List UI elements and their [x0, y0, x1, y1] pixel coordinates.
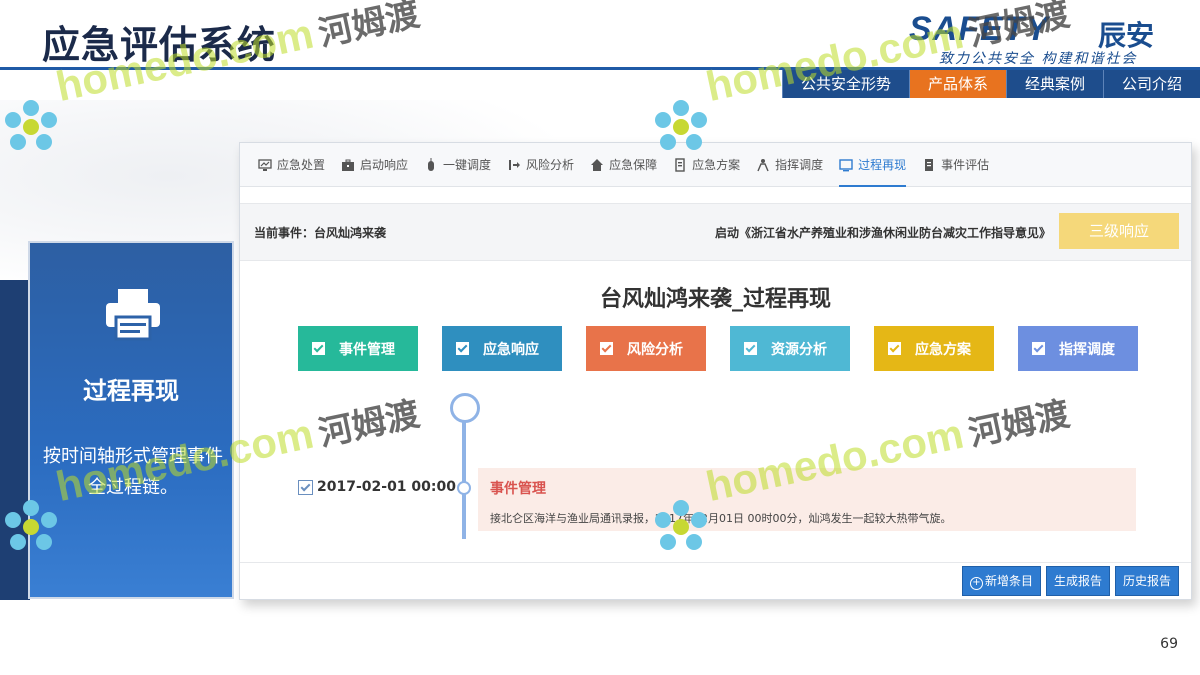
module-label: 指挥调度: [1059, 341, 1115, 358]
module-event-management[interactable]: 事件管理: [298, 326, 418, 371]
tab-label: 事件评估: [941, 158, 990, 172]
module-label: 资源分析: [771, 341, 827, 358]
response-level-button[interactable]: 三级响应: [1059, 213, 1179, 249]
tab-one-click-dispatch[interactable]: 一键调度: [424, 143, 491, 187]
module-emergency-response[interactable]: 应急响应: [442, 326, 562, 371]
top-nav: 公共安全形势 产品体系 经典案例 公司介绍: [781, 70, 1200, 98]
module-command-dispatch[interactable]: 指挥调度: [1018, 326, 1138, 371]
tab-label: 风险分析: [526, 158, 575, 172]
module-resource-analysis[interactable]: 资源分析: [730, 326, 850, 371]
tab-risk-analysis[interactable]: 风险分析: [507, 143, 574, 187]
tab-label: 指挥调度: [775, 158, 824, 172]
timeline-start-node: [450, 393, 480, 423]
tab-command-dispatch[interactable]: 指挥调度: [756, 143, 823, 187]
app-footer: + 新增条目 生成报告 历史报告: [240, 562, 1191, 599]
screen-icon: [839, 158, 853, 171]
checkbox-icon: [744, 342, 757, 355]
event-card-text: 接北仑区海洋与渔业局通讯录报，2017年02月01日 00时00分，灿鸿发生一起…: [490, 512, 952, 525]
feature-title: 过程再现: [83, 377, 179, 405]
printer-icon: [106, 289, 160, 341]
nav-item-products[interactable]: 产品体系: [908, 70, 1006, 98]
current-event-bar: 当前事件：台风灿鸿来袭 启动《浙江省水产养殖业和涉渔休闲业防台减灾工作指导意见》…: [240, 203, 1191, 261]
generate-report-button[interactable]: 生成报告: [1045, 566, 1110, 596]
logo-slogan: 致力公共安全 构建和谐社会: [939, 51, 1138, 67]
timeline-event-card[interactable]: 事件管理 接北仑区海洋与渔业局通讯录报，2017年02月01日 00时00分，灿…: [478, 468, 1136, 531]
monitor-icon: [258, 158, 272, 171]
card-shadow-panel: [0, 280, 30, 600]
checkbox-icon: [888, 342, 901, 355]
nav-item-company[interactable]: 公司介绍: [1102, 70, 1200, 98]
watermark-cn: 河姆渡: [314, 0, 424, 55]
nav-item-public-safety[interactable]: 公共安全形势: [781, 70, 909, 98]
tab-label: 启动响应: [360, 158, 409, 172]
feature-description: 按时间轴形式管理事件全过程链。: [43, 446, 223, 498]
launched-document: 启动《浙江省水产养殖业和涉渔休闲业防台减灾工作指导意见》: [714, 226, 1051, 240]
tab-process-replay[interactable]: 过程再现: [839, 143, 907, 187]
timeline-node[interactable]: [457, 481, 471, 495]
add-entry-label: 新增条目: [984, 574, 1033, 588]
tab-event-evaluation[interactable]: 事件评估: [922, 143, 989, 187]
module-label: 应急响应: [483, 341, 539, 358]
checkbox-icon: [456, 342, 469, 355]
app-tab-bar: 应急处置 启动响应 一键调度 风险分析 应急保障 应急方案 指挥调度 过程再现: [240, 143, 1191, 187]
module-emergency-plan[interactable]: 应急方案: [874, 326, 994, 371]
tab-label: 应急保障: [609, 158, 658, 172]
tab-emergency-plan[interactable]: 应急方案: [673, 143, 740, 187]
tab-emergency-support[interactable]: 应急保障: [590, 143, 657, 187]
page-number: 69: [1160, 636, 1178, 652]
signal-icon: [509, 159, 521, 170]
checkbox-icon: [1032, 342, 1045, 355]
timeline-entry-checkbox[interactable]: [298, 480, 313, 495]
timeline-date: 2017-02-01 00:00: [317, 479, 456, 495]
current-event-label: 当前事件：台风灿鸿来袭: [254, 226, 387, 240]
checkbox-icon: [600, 342, 613, 355]
module-risk-analysis[interactable]: 风险分析: [586, 326, 706, 371]
feature-card: 过程再现 按时间轴形式管理事件全过程链。: [28, 241, 234, 599]
module-label: 应急方案: [915, 341, 971, 358]
nav-item-cases[interactable]: 经典案例: [1005, 70, 1103, 98]
checkbox-icon: [312, 342, 325, 355]
tab-label: 应急处置: [277, 158, 326, 172]
add-circle-icon: +: [969, 577, 983, 590]
tab-label: 一键调度: [443, 158, 492, 172]
module-label: 事件管理: [339, 341, 395, 358]
tab-start-response[interactable]: 启动响应: [341, 143, 408, 187]
slide-title: 应急评估系统: [42, 23, 277, 67]
module-label: 风险分析: [627, 341, 683, 358]
event-card-title: 事件管理: [490, 481, 546, 497]
tab-label: 应急方案: [692, 158, 741, 172]
tab-emergency-handling[interactable]: 应急处置: [258, 143, 325, 187]
app-screenshot: 应急处置 启动响应 一键调度 风险分析 应急保障 应急方案 指挥调度 过程再现: [239, 142, 1192, 600]
replay-heading: 台风灿鸿来袭_过程再现: [599, 287, 831, 312]
tab-label: 过程再现: [858, 158, 907, 172]
add-entry-button[interactable]: + 新增条目: [961, 566, 1041, 596]
footer-button-group: + 新增条目 生成报告 历史报告: [957, 566, 1179, 596]
module-filter-row: 事件管理 应急响应 风险分析 资源分析 应急方案 指挥调度: [298, 326, 1162, 371]
briefcase-icon: [342, 159, 355, 171]
document-icon: [925, 158, 934, 171]
home-icon: [591, 158, 604, 171]
logo-brand: SAFETY: [909, 10, 1050, 48]
mouse-icon: [428, 157, 435, 171]
company-logo: SAFETY 辰安 致力公共安全 构建和谐社会: [909, 8, 1154, 67]
history-report-button[interactable]: 历史报告: [1114, 566, 1179, 596]
people-icon: [757, 158, 769, 171]
plan-icon: [675, 157, 685, 172]
